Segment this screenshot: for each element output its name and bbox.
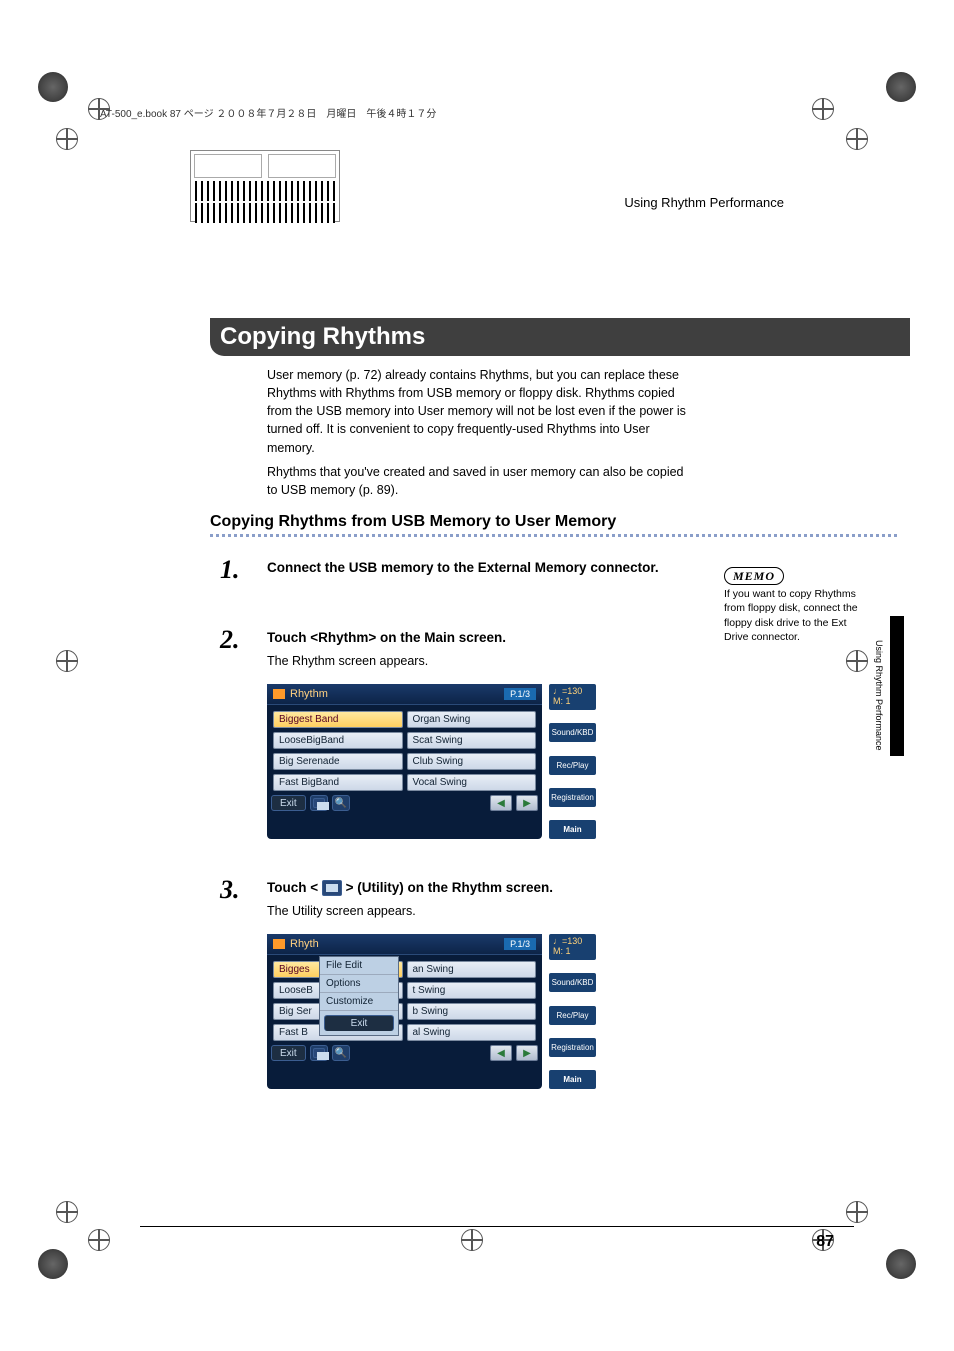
rhythm-cell[interactable]: Biggest Band: [273, 711, 403, 728]
utility-icon: [322, 880, 342, 896]
utility-icon-button[interactable]: [310, 795, 328, 811]
heading-rule: [210, 534, 898, 537]
thumb-index-bar: [890, 616, 904, 756]
footer-rule: [140, 1226, 854, 1227]
subsection-heading: Copying Rhythms from USB Memory to User …: [210, 513, 616, 531]
screen-title: Rhythm: [290, 688, 328, 700]
screen-icon: [273, 689, 285, 699]
exit-button[interactable]: Exit: [271, 795, 306, 811]
page-prev-button[interactable]: ◀: [490, 1045, 512, 1061]
utility-icon-button[interactable]: [310, 1045, 328, 1061]
screen-page-indicator: P.1/3: [504, 938, 536, 950]
dropdown-item-file-edit[interactable]: File Edit: [320, 957, 398, 975]
step-3-text: Touch < > (Utility) on the Rhythm screen…: [267, 880, 687, 896]
rhythm-cell[interactable]: t Swing: [407, 982, 537, 999]
side-tab-main[interactable]: Main: [549, 1070, 596, 1089]
memo-text: If you want to copy Rhythms from floppy …: [724, 587, 864, 644]
step-1-text: Connect the USB memory to the External M…: [267, 560, 687, 575]
rhythm-cell[interactable]: Organ Swing: [407, 711, 537, 728]
page-prev-button[interactable]: ◀: [490, 795, 512, 811]
rhythm-cell[interactable]: Vocal Swing: [407, 774, 537, 791]
memo-sidebar: MEMO If you want to copy Rhythms from fl…: [724, 567, 864, 644]
side-running-text: Using Rhythm Performance: [874, 640, 884, 751]
side-tab-registration[interactable]: Registration: [549, 1038, 596, 1057]
rhythm-cell[interactable]: b Swing: [407, 1003, 537, 1020]
step-number-3: 3.: [220, 875, 240, 905]
search-icon-button[interactable]: 🔍: [332, 1045, 350, 1061]
rhythm-cell[interactable]: Fast BigBand: [273, 774, 403, 791]
side-tab-sound[interactable]: Sound/KBD: [549, 973, 596, 992]
side-tab-sound[interactable]: Sound/KBD: [549, 723, 596, 742]
step-number-1: 1.: [220, 555, 240, 585]
screen-page-indicator: P.1/3: [504, 688, 536, 700]
memo-label: MEMO: [724, 567, 784, 585]
rhythm-cell[interactable]: al Swing: [407, 1024, 537, 1041]
dropdown-item-options[interactable]: Options: [320, 975, 398, 993]
rhythm-cell[interactable]: LooseBigBand: [273, 732, 403, 749]
page-next-button[interactable]: ▶: [516, 1045, 538, 1061]
intro-paragraph-2: Rhythms that you've created and saved in…: [267, 463, 697, 499]
side-tab-registration[interactable]: Registration: [549, 788, 596, 807]
rhythm-grid: Biggest Band Organ Swing LooseBigBand Sc…: [267, 705, 542, 793]
step-2-subtext: The Rhythm screen appears.: [267, 654, 687, 668]
tempo-display: ♩=130M: 1: [549, 934, 596, 960]
screen-title: Rhyth: [290, 938, 319, 950]
rhythm-screen-1: Rhythm P.1/3 Biggest Band Organ Swing Lo…: [267, 684, 542, 839]
step-2-text: Touch <Rhythm> on the Main screen.: [267, 630, 687, 645]
page-next-button[interactable]: ▶: [516, 795, 538, 811]
screen-icon: [273, 939, 285, 949]
side-tab-main[interactable]: Main: [549, 820, 596, 839]
utility-dropdown: File Edit Options Customize Exit: [319, 956, 399, 1036]
page-number: 87: [816, 1233, 834, 1251]
side-tab-rec[interactable]: Rec/Play: [549, 756, 596, 775]
search-icon-button[interactable]: 🔍: [332, 795, 350, 811]
section-title: Copying Rhythms: [210, 318, 910, 356]
intro-paragraph-1: User memory (p. 72) already contains Rhy…: [267, 366, 697, 457]
rhythm-grid: Bigges an Swing LooseB t Swing Big Ser b…: [267, 955, 542, 1043]
exit-button[interactable]: Exit: [271, 1045, 306, 1061]
step-number-2: 2.: [220, 625, 240, 655]
step-3-subtext: The Utility screen appears.: [267, 904, 687, 918]
tempo-display: ♩=130M: 1: [549, 684, 596, 710]
side-tab-rec[interactable]: Rec/Play: [549, 1006, 596, 1025]
rhythm-cell[interactable]: Big Serenade: [273, 753, 403, 770]
rhythm-cell[interactable]: an Swing: [407, 961, 537, 978]
dropdown-exit-button[interactable]: Exit: [324, 1015, 394, 1031]
rhythm-screen-2: Rhyth P.1/3 Bigges an Swing LooseB t Swi…: [267, 934, 542, 1089]
rhythm-cell[interactable]: Club Swing: [407, 753, 537, 770]
rhythm-cell[interactable]: Scat Swing: [407, 732, 537, 749]
dropdown-item-customize[interactable]: Customize: [320, 993, 398, 1011]
